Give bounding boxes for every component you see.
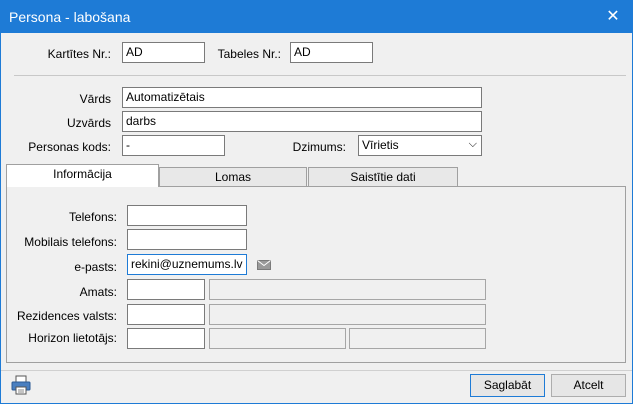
close-icon[interactable]: ✕ — [602, 6, 624, 28]
first-name-label: Vārds — [79, 92, 111, 106]
personal-code-field[interactable]: - — [122, 135, 225, 156]
personal-code-label: Personas kods: — [28, 140, 111, 154]
first-name-field[interactable]: Automatizētais — [122, 87, 482, 108]
mobile-label: Mobilais telefons: — [24, 235, 117, 249]
phone-field[interactable] — [127, 205, 247, 226]
residence-name-field — [209, 304, 486, 325]
tab-information[interactable]: Informācija — [6, 164, 159, 187]
printer-icon[interactable] — [10, 374, 32, 396]
envelope-icon[interactable] — [257, 260, 271, 270]
footer-divider — [1, 370, 632, 371]
gender-label: Dzimums: — [292, 140, 346, 154]
card-number-field[interactable]: AD — [122, 42, 205, 63]
email-label: e-pasts: — [74, 260, 117, 274]
cancel-button[interactable]: Atcelt — [551, 374, 626, 397]
save-button[interactable]: Saglabāt — [470, 374, 545, 397]
position-code-field[interactable] — [127, 279, 205, 300]
gender-select[interactable]: Vīrietis ⌵ — [358, 135, 482, 156]
horizon-user-code-field[interactable] — [127, 328, 205, 349]
title-bar: Persona - labošana ✕ — [1, 1, 632, 33]
position-name-field — [209, 279, 486, 300]
tab-related-data[interactable]: Saistītie dati — [308, 167, 458, 187]
residence-code-field[interactable] — [127, 304, 205, 325]
gender-select-value: Vīrietis — [362, 138, 399, 152]
dialog-title: Persona - labošana — [9, 9, 131, 25]
horizon-user-extra-field — [349, 328, 486, 349]
phone-label: Telefons: — [68, 210, 117, 224]
table-number-label: Tabeles Nr.: — [217, 47, 281, 61]
last-name-label: Uzvārds — [66, 116, 111, 130]
last-name-field[interactable]: darbs — [122, 111, 482, 132]
mobile-field[interactable] — [127, 229, 247, 250]
tab-roles[interactable]: Lomas — [159, 167, 307, 187]
person-edit-dialog: Persona - labošana ✕ Kartītes Nr.: AD Ta… — [0, 0, 633, 404]
table-number-field[interactable]: AD — [290, 42, 373, 63]
position-label: Amats: — [79, 285, 117, 299]
email-field[interactable]: rekini@uznemums.lv — [127, 254, 247, 275]
chevron-down-icon: ⌵ — [468, 138, 477, 150]
header-divider — [14, 75, 626, 76]
card-number-label: Kartītes Nr.: — [47, 47, 111, 61]
horizon-user-label: Horizon lietotājs: — [28, 331, 117, 345]
horizon-user-name-field — [209, 328, 346, 349]
residence-label: Rezidences valsts: — [16, 309, 117, 323]
